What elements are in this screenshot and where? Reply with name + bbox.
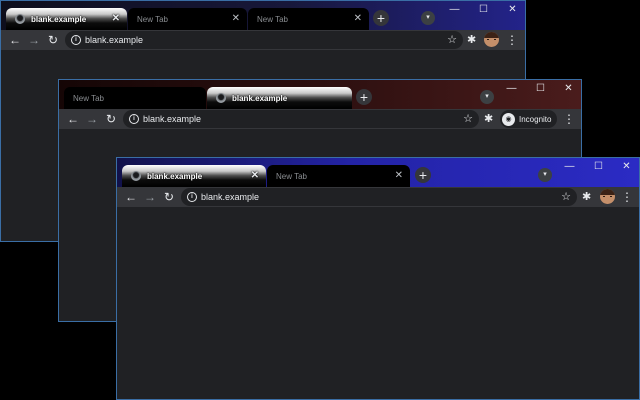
close-window-button[interactable]: ✕ [554, 80, 581, 98]
globe-icon: ◍ [216, 93, 226, 103]
reload-icon[interactable]: ↻ [104, 111, 118, 127]
tab-new-tab[interactable]: New Tab [64, 87, 206, 109]
extensions-icon[interactable]: ✱ [484, 112, 493, 126]
bookmark-star-icon[interactable]: ☆ [463, 112, 473, 126]
profile-avatar[interactable] [484, 32, 499, 47]
tab-title: blank.example [31, 14, 87, 24]
title-bar[interactable]: ◍ blank.example ✕ New Tab ✕ New Tab ✕ + … [1, 1, 525, 30]
maximize-button[interactable]: ☐ [469, 1, 498, 19]
close-tab-icon[interactable]: ✕ [395, 170, 403, 182]
back-icon[interactable]: ← [8, 32, 22, 48]
minimize-button[interactable]: — [440, 1, 469, 19]
tab-title: blank.example [232, 93, 288, 103]
title-bar[interactable]: ◍ blank.example ✕ New Tab ✕ + ▾ — ☐ ✕ [117, 158, 639, 187]
tab-new-tab[interactable]: New Tab ✕ [128, 8, 247, 30]
close-window-button[interactable]: ✕ [612, 158, 639, 176]
tab-blank-example[interactable]: ◍ blank.example ✕ [6, 8, 127, 30]
browser-window-3[interactable]: ◍ blank.example ✕ New Tab ✕ + ▾ — ☐ ✕ ← … [116, 157, 640, 400]
url-text[interactable]: blank.example [143, 113, 201, 125]
close-tab-icon[interactable]: ✕ [112, 13, 120, 25]
tab-title: New Tab [137, 14, 168, 24]
globe-icon: ◍ [15, 14, 25, 24]
tab-blank-example[interactable]: ◍ blank.example [207, 87, 352, 109]
incognito-label: Incognito [519, 114, 552, 124]
menu-icon[interactable]: ⋮ [621, 189, 633, 205]
tab-title: New Tab [73, 93, 104, 103]
tab-new-tab[interactable]: New Tab ✕ [267, 165, 410, 187]
forward-icon[interactable]: → [143, 189, 157, 205]
menu-icon[interactable]: ⋮ [563, 111, 575, 127]
address-bar[interactable]: i blank.example ☆ [181, 188, 577, 206]
url-text[interactable]: blank.example [85, 34, 143, 46]
tab-search-icon[interactable]: ▾ [421, 11, 435, 25]
tab-title: blank.example [147, 171, 203, 181]
url-text[interactable]: blank.example [201, 191, 259, 203]
info-icon[interactable]: i [187, 192, 197, 202]
bookmark-star-icon[interactable]: ☆ [561, 190, 571, 204]
close-tab-icon[interactable]: ✕ [251, 170, 259, 182]
forward-icon[interactable]: → [27, 32, 41, 48]
title-bar[interactable]: New Tab ◍ blank.example + ▾ — ☐ ✕ [59, 80, 581, 109]
minimize-button[interactable]: — [555, 158, 584, 176]
tab-blank-example[interactable]: ◍ blank.example ✕ [122, 165, 266, 187]
address-bar[interactable]: i blank.example ☆ [123, 110, 479, 128]
extensions-icon[interactable]: ✱ [467, 33, 476, 47]
reload-icon[interactable]: ↻ [46, 32, 60, 48]
toolbar: ← → ↻ i blank.example ☆ ✱ ◉ Incognito ⋮ [59, 109, 581, 129]
extensions-icon[interactable]: ✱ [582, 190, 591, 204]
tab-title: New Tab [276, 171, 307, 181]
new-tab-button[interactable]: + [415, 167, 431, 183]
minimize-button[interactable]: — [497, 80, 526, 98]
maximize-button[interactable]: ☐ [584, 158, 613, 176]
new-tab-button[interactable]: + [356, 89, 372, 105]
close-tab-icon[interactable]: ✕ [232, 13, 240, 25]
tab-search-icon[interactable]: ▾ [480, 90, 494, 104]
address-bar[interactable]: i blank.example ☆ [65, 31, 463, 49]
maximize-button[interactable]: ☐ [526, 80, 555, 98]
close-window-button[interactable]: ✕ [498, 1, 525, 19]
globe-icon: ◍ [131, 171, 141, 181]
tab-new-tab[interactable]: New Tab ✕ [248, 8, 369, 30]
menu-icon[interactable]: ⋮ [506, 32, 518, 48]
tab-search-icon[interactable]: ▾ [538, 168, 552, 182]
new-tab-button[interactable]: + [373, 10, 389, 26]
back-icon[interactable]: ← [124, 189, 138, 205]
toolbar: ← → ↻ i blank.example ☆ ✱ ⋮ [1, 30, 525, 50]
profile-avatar[interactable] [600, 189, 615, 204]
incognito-icon: ◉ [502, 112, 515, 126]
incognito-indicator[interactable]: ◉ Incognito [500, 110, 558, 128]
close-tab-icon[interactable]: ✕ [354, 13, 362, 25]
back-icon[interactable]: ← [66, 111, 80, 127]
forward-icon[interactable]: → [85, 111, 99, 127]
toolbar: ← → ↻ i blank.example ☆ ✱ ⋮ [117, 187, 639, 207]
tab-title: New Tab [257, 14, 288, 24]
bookmark-star-icon[interactable]: ☆ [447, 33, 457, 47]
reload-icon[interactable]: ↻ [162, 189, 176, 205]
info-icon[interactable]: i [129, 114, 139, 124]
info-icon[interactable]: i [71, 35, 81, 45]
